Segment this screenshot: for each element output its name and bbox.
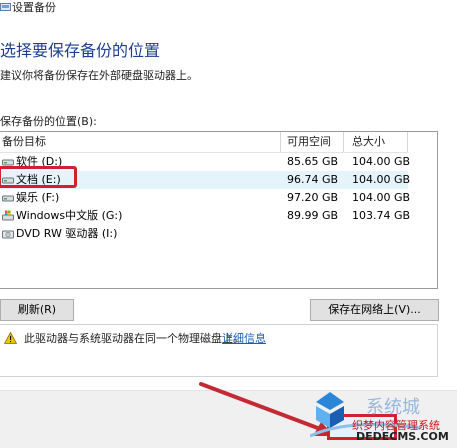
table-row[interactable]: Windows中文版 (G:) 89.99 GB 103.74 GB: [0, 207, 411, 225]
backup-destination-list[interactable]: 备份目标 可用空间 总大小 软件 (D:) 85.65 GB 104.00 GB…: [0, 131, 438, 289]
backup-app-icon: [0, 3, 11, 11]
drive-name: 娱乐 (F:): [16, 191, 60, 204]
table-row[interactable]: DVD RW 驱动器 (I:): [0, 225, 408, 243]
watermark-site-name: 系统城: [366, 397, 420, 418]
free-space: 96.74 GB: [287, 173, 339, 186]
free-space: 89.99 GB: [287, 209, 339, 222]
details-link[interactable]: 详细信息: [222, 330, 266, 346]
backup-location-label: 保存备份的位置(B):: [0, 115, 97, 128]
windows-drive-icon: [2, 210, 14, 221]
dvd-drive-icon: [2, 230, 14, 239]
window-title: 设置备份: [12, 1, 56, 14]
selected-drive-highlight: [0, 166, 77, 188]
table-row[interactable]: 娱乐 (F:) 97.20 GB 104.00 GB: [0, 189, 411, 207]
drive-icon: [2, 195, 14, 202]
warning-text: 此驱动器与系统驱动器在同一个物理磁盘上。: [24, 332, 244, 345]
refresh-button[interactable]: 刷新(R): [0, 299, 74, 321]
drive-name: DVD RW 驱动器 (I:): [16, 227, 118, 240]
column-header-destination[interactable]: 备份目标: [0, 132, 281, 152]
total-size: 103.74 GB: [352, 209, 411, 222]
total-size: 104.00 GB: [352, 191, 411, 204]
column-header-total-size[interactable]: 总大小: [344, 132, 408, 152]
watermark-domain: DEDECMS.COM: [356, 430, 449, 443]
total-size: 104.00 GB: [352, 173, 411, 186]
drive-name: Windows中文版 (G:): [16, 209, 123, 222]
free-space: 85.65 GB: [287, 155, 339, 168]
total-size: 104.00 GB: [352, 155, 411, 168]
page-subtext: 建议你将备份保存在外部硬盘驱动器上。: [0, 69, 198, 82]
save-on-network-button[interactable]: 保存在网络上(V)...: [310, 299, 439, 321]
free-space: 97.20 GB: [287, 191, 339, 204]
page-heading: 选择要保存备份的位置: [0, 41, 161, 60]
warning-panel: 此驱动器与系统驱动器在同一个物理磁盘上。 详细信息: [0, 324, 438, 377]
column-header-free-space[interactable]: 可用空间: [281, 132, 344, 152]
warning-icon: [4, 332, 17, 344]
